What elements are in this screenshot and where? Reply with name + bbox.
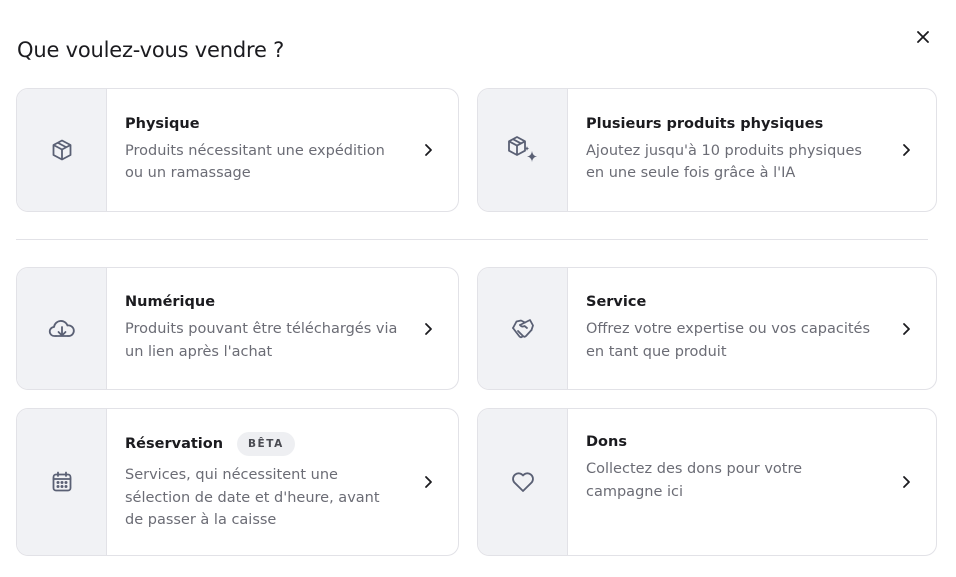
card-title: Physique [125, 115, 200, 132]
chevron-right-icon [903, 322, 910, 335]
divider [16, 239, 928, 240]
card-numerique[interactable]: Numérique Produits pouvant être téléchar… [16, 267, 459, 390]
box-icon [52, 139, 71, 161]
card-plusieurs-produits[interactable]: Plusieurs produits physiques Ajoutez jus… [477, 88, 937, 212]
card-description: Produits nécessitant une expédition ou u… [125, 142, 385, 182]
card-title: Réservation [125, 436, 224, 453]
card-title: Numérique [125, 294, 216, 310]
card-description: Collectez des dons pour votre campagne i… [586, 461, 803, 500]
sell-type-modal: Que voulez-vous vendre ? Physique Produi… [0, 0, 956, 577]
chevron-right-icon [903, 476, 910, 488]
card-description: Ajoutez jusqu'à 10 produits physiques en… [586, 142, 862, 182]
card-icon-area [478, 409, 568, 555]
close-icon [917, 31, 929, 43]
handshake-icon [511, 318, 534, 338]
card-title-row: Réservation BÊTA [125, 432, 400, 457]
card-icon-area [478, 268, 568, 389]
heart-icon [511, 472, 534, 492]
chevron-right-icon [425, 476, 432, 488]
card-physique[interactable]: Physique Produits nécessitant une expédi… [16, 88, 459, 212]
close-button[interactable] [910, 24, 936, 50]
modal-title: Que voulez-vous vendre ? [17, 38, 285, 62]
card-service[interactable]: Service Offrez votre expertise ou vos ca… [477, 267, 937, 390]
beta-badge: BÊTA [237, 432, 295, 457]
card-description: Produits pouvant être téléchargés via un… [125, 321, 398, 360]
card-title: Service [586, 294, 647, 310]
cloud-download-icon [48, 319, 75, 337]
card-icon-area [478, 89, 568, 211]
card-title: Dons [586, 434, 627, 450]
box-sparkle-icon [507, 136, 537, 162]
chevron-right-icon [425, 144, 432, 156]
card-description: Offrez votre expertise ou vos capacités … [586, 321, 871, 360]
card-description: Services, qui nécessitent une sélection … [125, 467, 380, 529]
chevron-right-icon [425, 322, 432, 335]
card-dons[interactable]: Dons Collectez des dons pour votre campa… [477, 408, 937, 556]
card-icon-area [17, 409, 107, 555]
card-reservation[interactable]: Réservation BÊTA Services, qui nécessite… [16, 408, 459, 556]
card-title: Plusieurs produits physiques [586, 115, 824, 132]
calendar-icon [52, 471, 71, 492]
card-icon-area [17, 89, 107, 211]
card-icon-area [17, 268, 107, 389]
chevron-right-icon [903, 144, 910, 156]
